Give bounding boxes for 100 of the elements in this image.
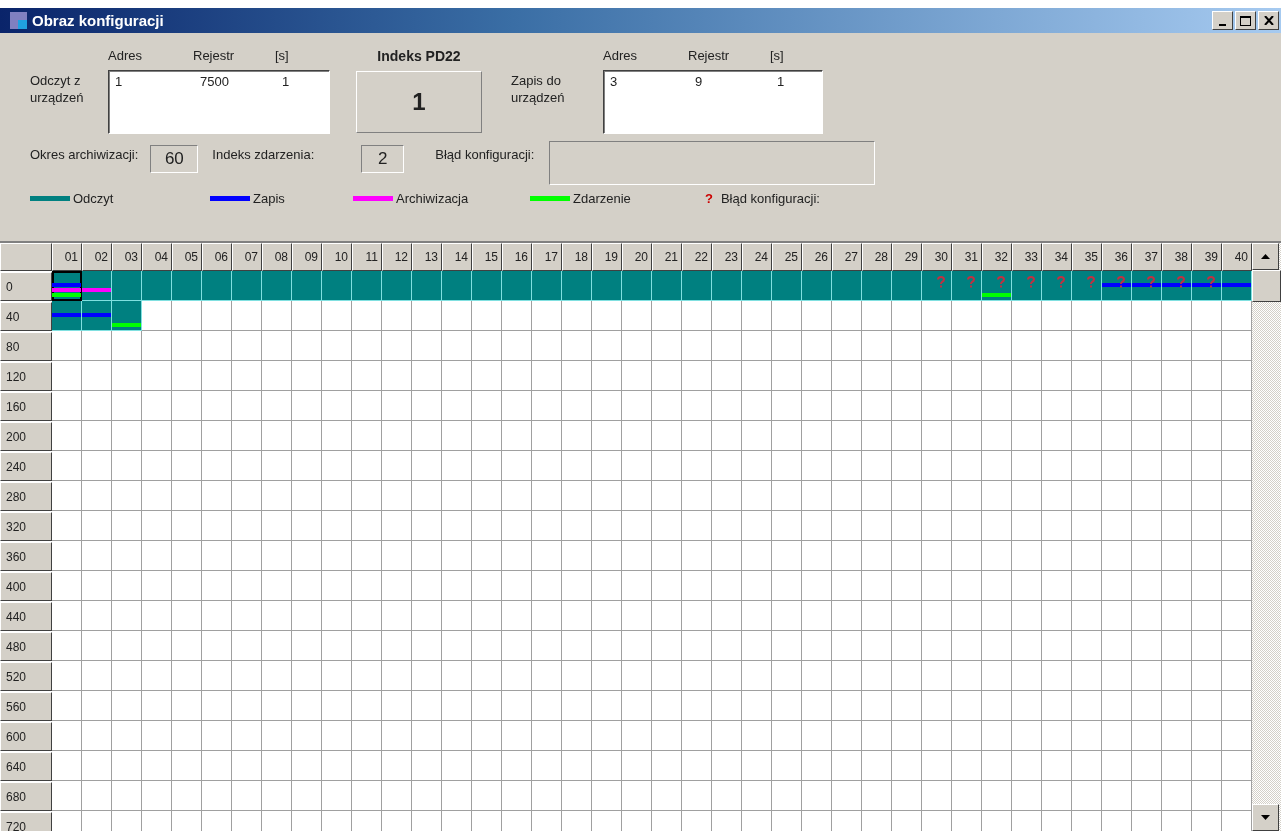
column-header[interactable]: 10 [322, 243, 352, 271]
row-header[interactable]: 520 [0, 662, 52, 691]
column-header[interactable]: 11 [352, 243, 382, 271]
value-field: 60 [150, 145, 199, 173]
list-value: 7500 [200, 74, 230, 89]
column-header[interactable]: 08 [262, 243, 292, 271]
list-value: 9 [695, 74, 704, 89]
column-header[interactable]: 07 [232, 243, 262, 271]
scroll-up-button[interactable] [1252, 243, 1279, 270]
row-header[interactable]: 560 [0, 692, 52, 721]
column-header[interactable]: 17 [532, 243, 562, 271]
down-arrow-icon [1261, 815, 1270, 820]
row-header[interactable]: 680 [0, 782, 52, 811]
column-header[interactable]: 26 [802, 243, 832, 271]
row-header[interactable]: 160 [0, 392, 52, 421]
field-label: Okres archiwizacji: [30, 146, 139, 162]
column-header[interactable]: 18 [562, 243, 592, 271]
list-value: 1 [777, 74, 785, 89]
column-header[interactable]: 28 [862, 243, 892, 271]
column-header[interactable]: 24 [742, 243, 772, 271]
column-header[interactable]: 34 [1042, 243, 1072, 271]
column-header[interactable]: 05 [172, 243, 202, 271]
legend-symbol: ? [705, 191, 713, 206]
index-title: Indeks PD22 [377, 48, 461, 66]
column-header[interactable]: 36 [1102, 243, 1132, 271]
column-header[interactable]: 37 [1132, 243, 1162, 271]
column-header[interactable]: 35 [1072, 243, 1102, 271]
row-header[interactable]: 40 [0, 302, 52, 331]
column-header[interactable]: 15 [472, 243, 502, 271]
minimize-button[interactable] [1212, 11, 1233, 30]
row-header[interactable]: 320 [0, 512, 52, 541]
row-header[interactable]: 440 [0, 602, 52, 631]
column-header[interactable]: 04 [142, 243, 172, 271]
column-header[interactable]: 39 [1192, 243, 1222, 271]
index-value: 1 [356, 70, 482, 133]
column-header[interactable]: 14 [442, 243, 472, 271]
row-header[interactable]: 240 [0, 452, 52, 481]
column-header[interactable]: 21 [652, 243, 682, 271]
up-arrow-icon [1261, 254, 1270, 259]
column-header: Adres [108, 48, 143, 65]
legend-label: Zdarzenie [573, 191, 631, 206]
column-header: Adres [603, 48, 638, 65]
field-label: Zapis do urządzeń [511, 72, 566, 107]
row-header[interactable]: 400 [0, 572, 52, 601]
column-header[interactable]: 27 [832, 243, 862, 271]
column-header[interactable]: 25 [772, 243, 802, 271]
column-header[interactable]: 23 [712, 243, 742, 271]
column-header[interactable]: 38 [1162, 243, 1192, 271]
maximize-icon [1240, 15, 1251, 26]
column-header[interactable]: 12 [382, 243, 412, 271]
maximize-button[interactable] [1235, 11, 1256, 30]
column-header[interactable]: 31 [952, 243, 982, 271]
row-header[interactable]: 720 [0, 812, 52, 831]
column-header: [s] [275, 48, 289, 65]
column-header[interactable]: 19 [592, 243, 622, 271]
column-header[interactable]: 40 [1222, 243, 1252, 271]
close-button[interactable] [1258, 11, 1279, 30]
column-header: Rejestr [193, 48, 236, 65]
legend-label: Odczyt [73, 191, 114, 206]
row-header[interactable]: 0 [0, 272, 52, 301]
column-header[interactable]: 32 [982, 243, 1012, 271]
app-icon [10, 12, 27, 29]
row-header[interactable]: 120 [0, 362, 52, 391]
column-header[interactable]: 20 [622, 243, 652, 271]
column-header: Rejestr [688, 48, 731, 65]
column-header[interactable]: 29 [892, 243, 922, 271]
list-box[interactable]: 1 7500 1 [108, 70, 330, 134]
row-header[interactable]: 80 [0, 332, 52, 361]
column-header[interactable]: 16 [502, 243, 532, 271]
field-label: Błąd konfiguracji: [435, 146, 535, 162]
close-icon [1263, 16, 1274, 25]
column-header[interactable]: 01 [52, 243, 82, 271]
list-box[interactable]: 3 9 1 [603, 70, 823, 134]
list-value: 1 [115, 74, 124, 89]
column-header[interactable]: 09 [292, 243, 322, 271]
scroll-thumb[interactable] [1252, 270, 1281, 302]
legend-label: Zapis [253, 191, 285, 206]
row-header[interactable]: 640 [0, 752, 52, 781]
column-header[interactable]: 22 [682, 243, 712, 271]
row-header[interactable]: 600 [0, 722, 52, 751]
row-header[interactable]: 280 [0, 482, 52, 511]
list-value: 3 [610, 74, 619, 89]
column-header: [s] [770, 48, 784, 65]
scroll-down-button[interactable] [1252, 804, 1279, 831]
list-value: 1 [282, 74, 290, 89]
row-header[interactable]: 480 [0, 632, 52, 661]
column-header[interactable]: 02 [82, 243, 112, 271]
legend-label: Archiwizacja [396, 191, 469, 206]
column-header[interactable]: 13 [412, 243, 442, 271]
column-header[interactable]: 33 [1012, 243, 1042, 271]
row-header[interactable]: 200 [0, 422, 52, 451]
legend-label: Błąd konfiguracji: [720, 191, 820, 206]
column-header[interactable]: 03 [112, 243, 142, 271]
window-title: Obraz konfiguracji [32, 12, 165, 29]
column-header[interactable]: 30 [922, 243, 952, 271]
minimize-icon [1219, 23, 1226, 26]
row-header[interactable]: 360 [0, 542, 52, 571]
column-header[interactable]: 06 [202, 243, 232, 271]
field-label: Indeks zdarzenia: [212, 146, 315, 162]
field-label: Odczyt z urządzeń [30, 72, 85, 107]
